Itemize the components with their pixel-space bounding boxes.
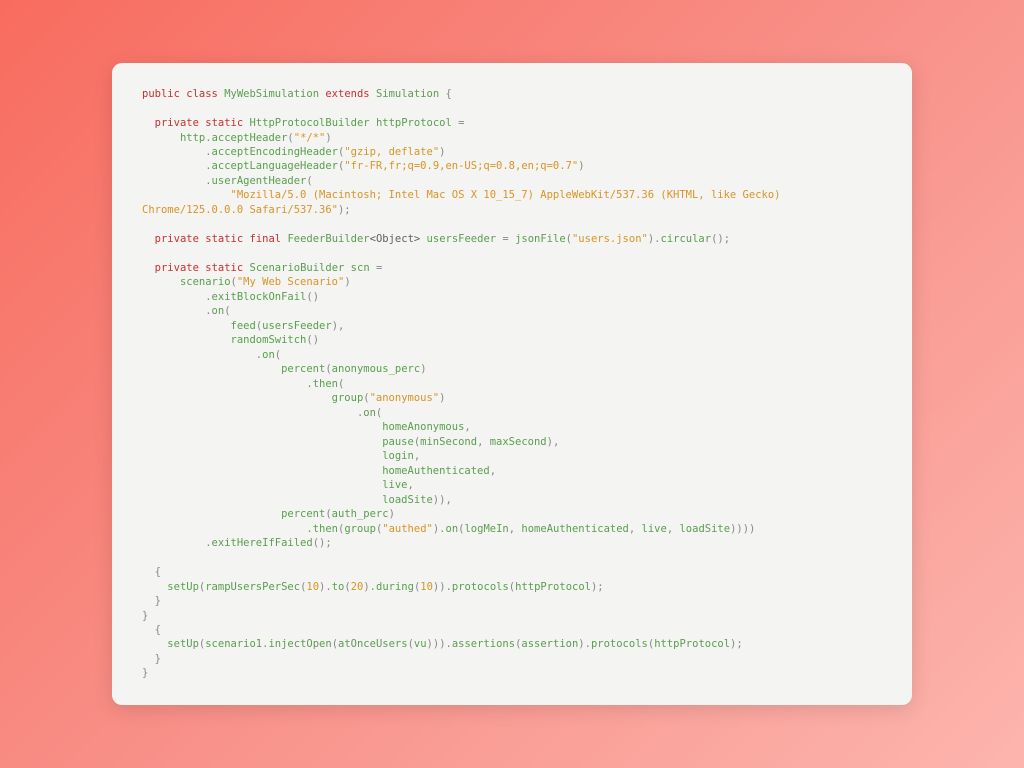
code-card: public class MyWebSimulation extends Sim… — [112, 63, 912, 705]
str-accept: "*/*" — [294, 132, 326, 144]
m-during: during — [376, 581, 414, 593]
m-protocols: protocols — [452, 581, 509, 593]
kw-class: class — [186, 88, 218, 100]
id-homeAuth: homeAuthenticated — [382, 465, 489, 477]
m-ramp: rampUsersPerSec — [205, 581, 300, 593]
num-20: 20 — [351, 581, 364, 593]
type-http: HttpProtocolBuilder — [250, 117, 370, 129]
str-ua: "Mozilla/5.0 (Macintosh; Intel Mac OS X … — [142, 189, 787, 215]
m-group: group — [332, 392, 364, 404]
m-injectOpen: injectOpen — [268, 638, 331, 650]
m-pause: pause — [382, 436, 414, 448]
m-userAgent: userAgentHeader — [212, 175, 307, 187]
id-login: login — [382, 450, 414, 462]
m-circular: circular — [661, 233, 712, 245]
kw-private: private — [155, 117, 199, 129]
var-httpProtocol: httpProtocol — [376, 117, 452, 129]
id-logMeIn: logMeIn — [464, 523, 508, 535]
http-ident: http — [180, 132, 205, 144]
arg-authperc: auth_perc — [332, 508, 389, 520]
m-setUp: setUp — [167, 581, 199, 593]
m-on4: on — [446, 523, 459, 535]
num-10a: 10 — [306, 581, 319, 593]
id-hp: httpProtocol — [515, 581, 591, 593]
class-name: MyWebSimulation — [224, 88, 319, 100]
arg-anonperc: anonymous_perc — [332, 363, 421, 375]
m-exitHere: exitHereIfFailed — [212, 537, 313, 549]
kw-extends: extends — [325, 88, 369, 100]
kw-static2: static — [205, 233, 243, 245]
m-acceptHeader: acceptHeader — [212, 132, 288, 144]
m-acceptEncoding: acceptEncodingHeader — [212, 146, 338, 158]
m-setUp2: setUp — [167, 638, 199, 650]
id-homeAnon: homeAnonymous — [382, 421, 464, 433]
m-jsonFile: jsonFile — [515, 233, 566, 245]
m-group2: group — [344, 523, 376, 535]
code-block: public class MyWebSimulation extends Sim… — [142, 87, 882, 681]
type-scn: ScenarioBuilder — [250, 262, 345, 274]
m-then: then — [313, 378, 338, 390]
id-loadSite2: loadSite — [679, 523, 730, 535]
kw-public: public — [142, 88, 180, 100]
m-scenario: scenario — [180, 276, 231, 288]
superclass: Simulation — [376, 88, 439, 100]
var-feeder: usersFeeder — [427, 233, 497, 245]
id-loadSite: loadSite — [382, 494, 433, 506]
m-acceptLanguage: acceptLanguageHeader — [212, 160, 338, 172]
str-scenario: "My Web Scenario" — [237, 276, 344, 288]
m-percent2: percent — [281, 508, 325, 520]
id-assertion: assertion — [521, 638, 578, 650]
m-exitBlock: exitBlockOnFail — [212, 291, 307, 303]
m-atOnce: atOnceUsers — [338, 638, 408, 650]
id-scenario1: scenario1 — [205, 638, 262, 650]
m-on2: on — [262, 349, 275, 361]
var-scn: scn — [351, 262, 370, 274]
m-to: to — [332, 581, 345, 593]
str-anon: "anonymous" — [370, 392, 440, 404]
arg-max: maxSecond — [490, 436, 547, 448]
m-randomSwitch: randomSwitch — [231, 334, 307, 346]
id-vu: vu — [414, 638, 427, 650]
generic-obj: <Object> — [370, 233, 421, 245]
str-authed: "authed" — [382, 523, 433, 535]
m-on: on — [212, 305, 225, 317]
kw-static3: static — [205, 262, 243, 274]
kw-private2: private — [155, 233, 199, 245]
kw-private3: private — [155, 262, 199, 274]
kw-static: static — [205, 117, 243, 129]
type-feeder: FeederBuilder — [287, 233, 369, 245]
id-live: live — [382, 479, 407, 491]
m-feed: feed — [231, 320, 256, 332]
arg-feeder: usersFeeder — [262, 320, 332, 332]
str-lang: "fr-FR,fr;q=0.9,en-US;q=0.8,en;q=0.7" — [344, 160, 578, 172]
id-hp2: httpProtocol — [654, 638, 730, 650]
m-percent: percent — [281, 363, 325, 375]
num-10b: 10 — [420, 581, 433, 593]
arg-min: minSecond — [420, 436, 477, 448]
m-protocols2: protocols — [591, 638, 648, 650]
str-encoding: "gzip, deflate" — [344, 146, 439, 158]
id-live2: live — [642, 523, 667, 535]
str-usersjson: "users.json" — [572, 233, 648, 245]
id-homeAuth2: homeAuthenticated — [521, 523, 628, 535]
m-then2: then — [313, 523, 338, 535]
m-assertions: assertions — [452, 638, 515, 650]
kw-final: final — [250, 233, 282, 245]
m-on3: on — [363, 407, 376, 419]
